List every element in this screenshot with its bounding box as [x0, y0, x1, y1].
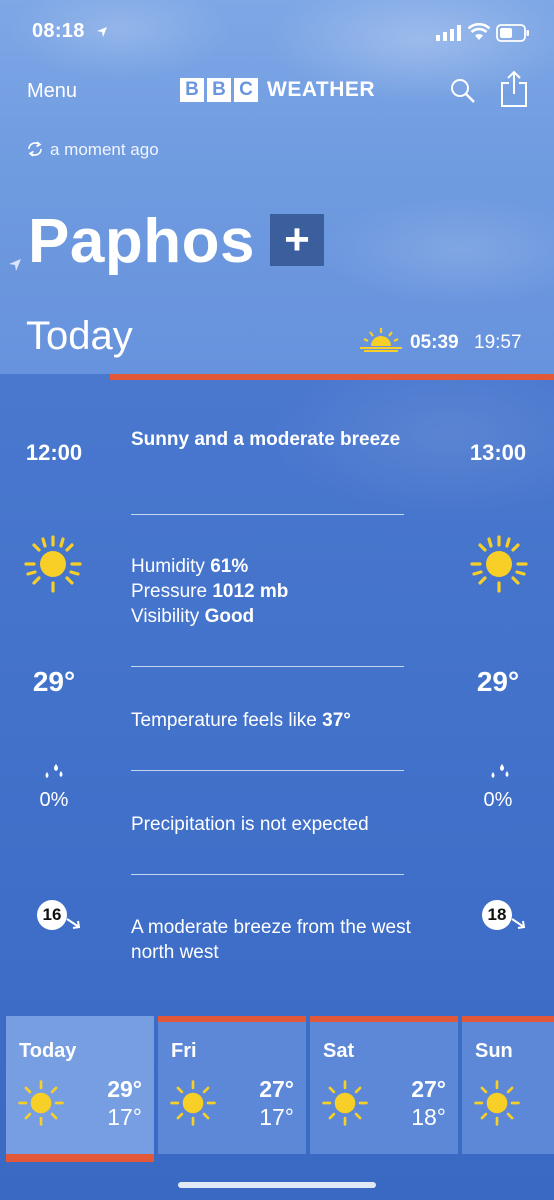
city-name: Paphos	[28, 207, 255, 276]
sun-icon	[24, 535, 82, 593]
signal-icon	[436, 25, 461, 41]
forecast-day: Today	[19, 1040, 77, 1062]
feels-like: Temperature feels like 37°	[131, 708, 411, 733]
sunrise-time: 05:39	[410, 332, 459, 353]
location-arrow-icon	[97, 27, 107, 37]
sunrise-icon	[360, 328, 402, 352]
forecast-low: 17°	[259, 1104, 294, 1130]
search-icon[interactable]	[450, 78, 476, 104]
wind-description: A moderate breeze from the west north we…	[131, 917, 411, 963]
forecast-low: 18°	[411, 1104, 446, 1130]
forecast-day: Sat	[323, 1040, 355, 1062]
time-progress-bar	[110, 374, 554, 380]
forecast-high: 29°	[107, 1076, 142, 1102]
humidity-label: Humidity	[131, 556, 205, 577]
wind-speed-badge: 16	[37, 900, 67, 930]
wifi-icon	[468, 23, 490, 40]
share-icon[interactable]	[500, 70, 528, 108]
logo-word: WEATHER	[267, 78, 376, 101]
card-accent-bar	[310, 1016, 458, 1022]
refresh-icon[interactable]	[26, 140, 44, 158]
right-precipitation: 0%	[483, 789, 513, 811]
home-indicator[interactable]	[178, 1182, 376, 1188]
pressure-value: 1012 mb	[212, 581, 289, 602]
visibility-label: Visibility	[131, 606, 200, 627]
right-hour[interactable]: 13:00	[444, 440, 552, 466]
status-time: 08:18	[32, 20, 85, 42]
forecast-card-today[interactable]: Today 29° 17°	[6, 1016, 154, 1162]
feels-like-value: 37°	[322, 710, 351, 731]
sun-icon	[474, 1080, 520, 1126]
forecast-card-sat[interactable]: Sat 27° 18°	[310, 1016, 458, 1154]
last-updated: a moment ago	[50, 140, 159, 159]
today-heading: Today	[26, 314, 133, 358]
sun-icon	[170, 1080, 216, 1126]
forecast-card-sun[interactable]: Sun	[462, 1016, 554, 1154]
logo-block-1: B	[180, 78, 204, 102]
battery-icon	[496, 24, 529, 42]
add-location-button[interactable]: +	[270, 214, 324, 266]
sun-icon	[18, 1080, 64, 1126]
sun-icon	[322, 1080, 368, 1126]
humidity-value: 61%	[210, 556, 249, 577]
wind-speed-badge: 18	[482, 900, 512, 930]
card-accent-bar	[6, 1016, 154, 1022]
left-hour[interactable]: 12:00	[0, 440, 108, 466]
raindrop-icon	[45, 764, 63, 778]
left-temperature: 29°	[32, 666, 76, 697]
forecast-high: 27°	[259, 1076, 294, 1102]
pressure-label: Pressure	[131, 581, 208, 602]
right-temperature: 29°	[476, 666, 520, 697]
card-accent-bar	[462, 1016, 554, 1022]
weather-summary: Sunny and a moderate breeze	[131, 429, 401, 450]
divider	[131, 666, 404, 667]
sun-icon	[470, 535, 528, 593]
divider	[131, 514, 404, 515]
atmosphere-details: Humidity 61% Pressure 1012 mb Visibility…	[131, 554, 411, 629]
logo-block-3: C	[234, 78, 258, 102]
logo-block-2: B	[207, 78, 231, 102]
bbc-weather-logo: B B C WEATHER	[180, 78, 375, 102]
forecast-day: Sun	[475, 1040, 513, 1062]
forecast-day: Fri	[171, 1040, 197, 1062]
feels-like-label: Temperature feels like	[131, 710, 317, 731]
forecast-card-fri[interactable]: Fri 27° 17°	[158, 1016, 306, 1154]
sunset-time: 19:57	[474, 332, 522, 353]
forecast-high: 27°	[411, 1076, 446, 1102]
divider	[131, 770, 404, 771]
precipitation-text: Precipitation is not expected	[131, 814, 369, 835]
selected-indicator	[6, 1154, 154, 1162]
forecast-low: 17°	[107, 1104, 142, 1130]
menu-button[interactable]: Menu	[27, 80, 77, 103]
divider	[131, 874, 404, 875]
location-arrow-icon	[9, 259, 21, 271]
visibility-value: Good	[204, 606, 255, 627]
left-precipitation: 0%	[39, 789, 69, 811]
raindrop-icon	[491, 764, 509, 778]
card-accent-bar	[158, 1016, 306, 1022]
wind-direction-icon	[511, 918, 526, 929]
wind-direction-icon	[66, 918, 81, 929]
